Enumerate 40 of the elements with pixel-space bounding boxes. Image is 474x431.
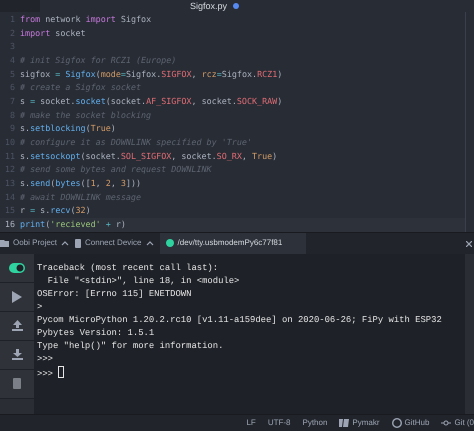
code-line: # send some bytes and request DOWNLINK xyxy=(20,163,212,176)
status-item[interactable]: Python xyxy=(302,417,328,429)
chevron-up-icon xyxy=(61,240,70,246)
folder-icon xyxy=(0,240,9,247)
code-line: sigfox = Sigfox(mode=Sigfox.SIGFOX, rcz=Sigfox.RCZ1) xyxy=(20,68,282,81)
panel-tab[interactable]: Oobi Project xyxy=(0,232,76,254)
chevron-up-icon xyxy=(146,240,154,246)
status-item[interactable]: Git (0 xyxy=(441,417,474,429)
code-line: r = s.recv(32) xyxy=(20,204,91,218)
code-line: # make the socket blocking xyxy=(20,108,152,122)
status-item[interactable]: GitHub xyxy=(392,417,430,429)
editor-tab[interactable]: Sigfox.py xyxy=(40,0,474,12)
panel-tab[interactable]: Connect Device xyxy=(75,232,160,254)
play-icon[interactable] xyxy=(12,290,22,303)
code-line: from network import Sigfox xyxy=(20,13,152,26)
upload-icon[interactable] xyxy=(12,320,22,332)
status-item[interactable]: LF xyxy=(246,417,256,429)
code-line: s = socket.socket(socket.AF_SIGFOX, socket.SOCK_RAW) xyxy=(20,95,282,108)
pymakr-icon xyxy=(339,419,350,427)
status-item[interactable]: UTF-8 xyxy=(268,417,290,429)
code-line: # configure it as DOWNLINK specified by 'True' xyxy=(20,136,252,150)
status-item[interactable]: Pymakr xyxy=(339,417,380,429)
code-line: # init Sigfox for RCZ1 (Europe) xyxy=(20,54,176,68)
text-cursor xyxy=(58,366,64,378)
file-icon[interactable] xyxy=(13,378,21,390)
github-icon xyxy=(392,418,402,428)
line-number: 16 xyxy=(4,218,16,232)
code-line: import socket xyxy=(20,26,86,40)
git-commit-icon xyxy=(441,420,452,426)
code-line: s.setsockopt(socket.SOL_SIGFOX, socket.SO_RX, True) xyxy=(20,150,278,163)
device-icon xyxy=(75,238,82,248)
code-line: print('recieved' + r) xyxy=(20,218,126,232)
download-icon[interactable] xyxy=(12,349,22,360)
code-line: s.setblocking(True) xyxy=(20,122,116,136)
close-icon[interactable] xyxy=(466,240,472,247)
code-line: # create a Sigfox socket xyxy=(20,81,142,94)
panel-tab[interactable]: /dev/tty.usbmodemPy6c77f81 xyxy=(160,232,306,254)
code-line: # await DOWNLINK message xyxy=(20,190,142,204)
code-line: s.send(bytes([1, 2, 3])) xyxy=(20,177,142,190)
toggle-switch[interactable] xyxy=(9,262,25,273)
